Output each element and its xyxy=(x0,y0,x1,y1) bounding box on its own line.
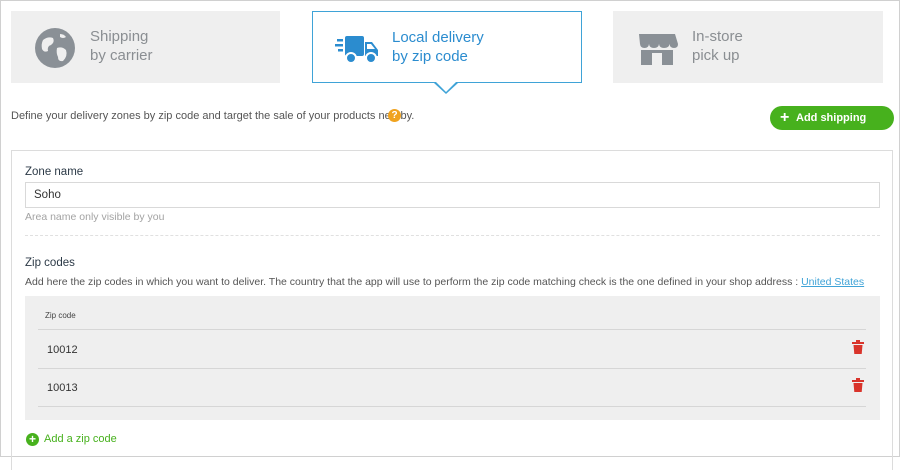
zip-code-column-header: Zip code xyxy=(45,311,76,320)
tab-label: Local delivery by zip code xyxy=(392,28,484,66)
tab-label: In-store pick up xyxy=(692,27,743,65)
zip-codes-description: Add here the zip codes in which you want… xyxy=(25,276,864,288)
table-row: 10013 xyxy=(38,368,866,406)
add-shipping-zones-button[interactable]: + Add shipping zones xyxy=(770,106,894,148)
delivery-method-tabs: Shipping by carrier Local delivery by zi… xyxy=(11,11,883,83)
help-icon[interactable]: ? xyxy=(388,109,401,122)
zip-codes-table: Zip code 10012 10013 xyxy=(25,296,880,420)
plus-icon: + xyxy=(780,109,790,126)
trash-icon[interactable] xyxy=(852,340,864,354)
zone-name-input[interactable] xyxy=(25,182,880,208)
table-divider xyxy=(38,406,866,407)
tab-in-store-pickup[interactable]: In-store pick up xyxy=(613,11,883,83)
section-divider xyxy=(25,235,880,236)
delivery-truck-icon xyxy=(335,36,378,64)
intro-text: Define your delivery zones by zip code a… xyxy=(11,110,415,122)
zone-name-label: Zone name xyxy=(25,166,84,178)
zone-name-hint: Area name only visible by you xyxy=(25,211,165,223)
zip-codes-label: Zip codes xyxy=(25,257,75,269)
tab-label: Shipping by carrier xyxy=(90,27,153,65)
zip-code-value: 10012 xyxy=(47,344,78,356)
add-zip-code-label: Add a zip code xyxy=(44,433,117,445)
tab-label-line1: Shipping xyxy=(90,28,149,45)
tab-label-line2: pick up xyxy=(692,47,740,64)
trash-icon[interactable] xyxy=(852,378,864,392)
add-circle-icon: + xyxy=(26,433,39,446)
zip-code-value: 10013 xyxy=(47,382,78,394)
tab-label-line2: by zip code xyxy=(392,48,468,65)
country-link[interactable]: United States xyxy=(801,276,864,288)
table-row: 10012 xyxy=(38,330,866,368)
tab-local-delivery[interactable]: Local delivery by zip code xyxy=(312,11,582,83)
zone-panel: Zone name Area name only visible by you … xyxy=(11,150,893,470)
tab-label-line1: Local delivery xyxy=(392,29,484,46)
tab-shipping-by-carrier[interactable]: Shipping by carrier xyxy=(11,11,280,83)
store-icon xyxy=(639,34,678,65)
globe-icon xyxy=(35,28,75,68)
tab-label-line1: In-store xyxy=(692,28,743,45)
tab-label-line2: by carrier xyxy=(90,47,153,64)
active-tab-pointer-inner xyxy=(436,82,456,92)
zip-codes-description-text: Add here the zip codes in which you want… xyxy=(25,276,802,288)
